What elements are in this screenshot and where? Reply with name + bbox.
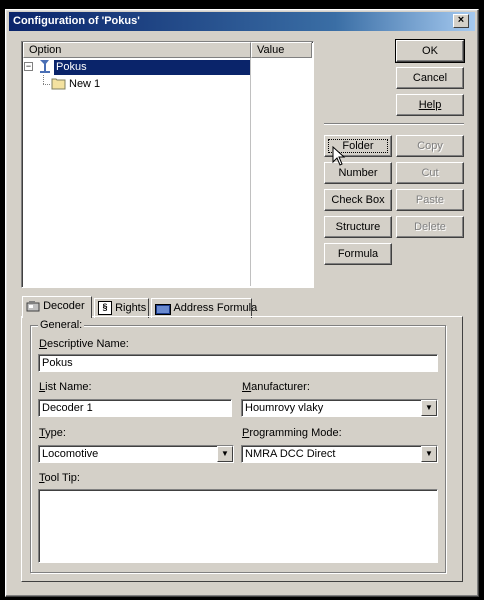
window-title: Configuration of 'Pokus' [13,15,140,27]
tree-line [43,84,50,85]
structure-label: Structure [335,221,381,233]
tab-decoder[interactable]: Decoder [22,296,92,318]
copy-button[interactable]: Copy [396,135,464,157]
ok-label: OK [422,45,438,57]
column-divider [250,58,251,286]
chevron-down-icon[interactable]: ▼ [217,446,233,462]
address-formula-tab-icon [155,303,171,315]
delete-button[interactable]: Delete [396,216,464,238]
programming-mode-label-rest: rogramming Mode: [249,427,342,439]
help-button[interactable]: Help [396,94,464,116]
copy-label: Copy [417,140,443,152]
paste-button[interactable]: Paste [396,189,464,211]
cancel-button[interactable]: Cancel [396,67,464,89]
number-label: Number [338,167,378,179]
cut-label: Cut [421,167,439,179]
manufacturer-select[interactable]: Houmrovy vlaky [241,399,438,417]
tree-item-new-1[interactable]: New 1 [69,78,100,91]
folder-icon [51,77,66,90]
descriptive-name-input[interactable]: Pokus [38,354,438,372]
tab-address-formula-label: Address Formula [173,302,258,314]
programming-mode-select[interactable]: NMRA DCC Direct [241,445,438,463]
type-label: Type: [39,427,66,439]
cancel-label: Cancel [412,72,448,84]
close-button[interactable]: × [453,14,469,28]
check-box-label: Check Box [331,194,385,206]
manufacturer-label-rest: anufacturer: [251,381,310,393]
tab-rights-label: Rights [115,302,147,314]
list-name-input[interactable]: Decoder 1 [38,399,232,417]
folder-label: Folder [342,140,374,152]
rights-tab-icon: § [98,301,112,316]
tool-tip-textarea[interactable] [38,489,438,563]
tree-item-pokus[interactable]: Pokus [54,60,250,75]
cut-button[interactable]: Cut [396,162,464,184]
structure-button[interactable]: Structure [324,216,392,238]
programming-mode-label: Programming Mode: [242,427,342,439]
collapse-icon[interactable]: − [24,62,33,71]
check-box-button[interactable]: Check Box [324,189,392,211]
tab-address-formula[interactable]: Address Formula [151,298,257,318]
help-label: Help [418,99,442,111]
tool-tip-label-rest: ool Tip: [44,472,80,484]
formula-button[interactable]: Formula [324,243,392,265]
tree-line [43,75,44,84]
programming-mode-value: NMRA DCC Direct [245,448,336,460]
manufacturer-value: Houmrovy vlaky [245,402,324,414]
formula-label: Formula [337,248,379,260]
list-name-label-rest: ist Name: [45,381,92,393]
column-header-option[interactable]: Option [23,42,251,58]
decoder-icon [37,59,52,74]
general-group-label: General: [38,319,85,331]
paste-label: Paste [415,194,445,206]
tab-rights[interactable]: § Rights [94,298,149,318]
chevron-down-icon[interactable]: ▼ [421,446,437,462]
delete-label: Delete [414,221,446,233]
chevron-down-icon[interactable]: ▼ [421,400,437,416]
column-header-value[interactable]: Value [251,42,312,58]
type-value: Locomotive [42,448,99,460]
type-label-rest: ype: [45,427,66,439]
tool-tip-label: Tool Tip: [39,472,80,484]
type-select[interactable]: Locomotive [38,445,234,463]
manufacturer-label: Manufacturer: [242,381,310,393]
decoder-tab-icon [26,300,40,312]
mouse-cursor-icon [332,145,346,166]
tab-decoder-label: Decoder [43,300,85,312]
list-name-label: List Name: [39,381,92,393]
descriptive-name-label-rest: escriptive Name: [46,338,129,350]
ok-button[interactable]: OK [395,39,465,63]
descriptive-name-label: Descriptive Name: [39,338,129,350]
separator [324,123,464,125]
